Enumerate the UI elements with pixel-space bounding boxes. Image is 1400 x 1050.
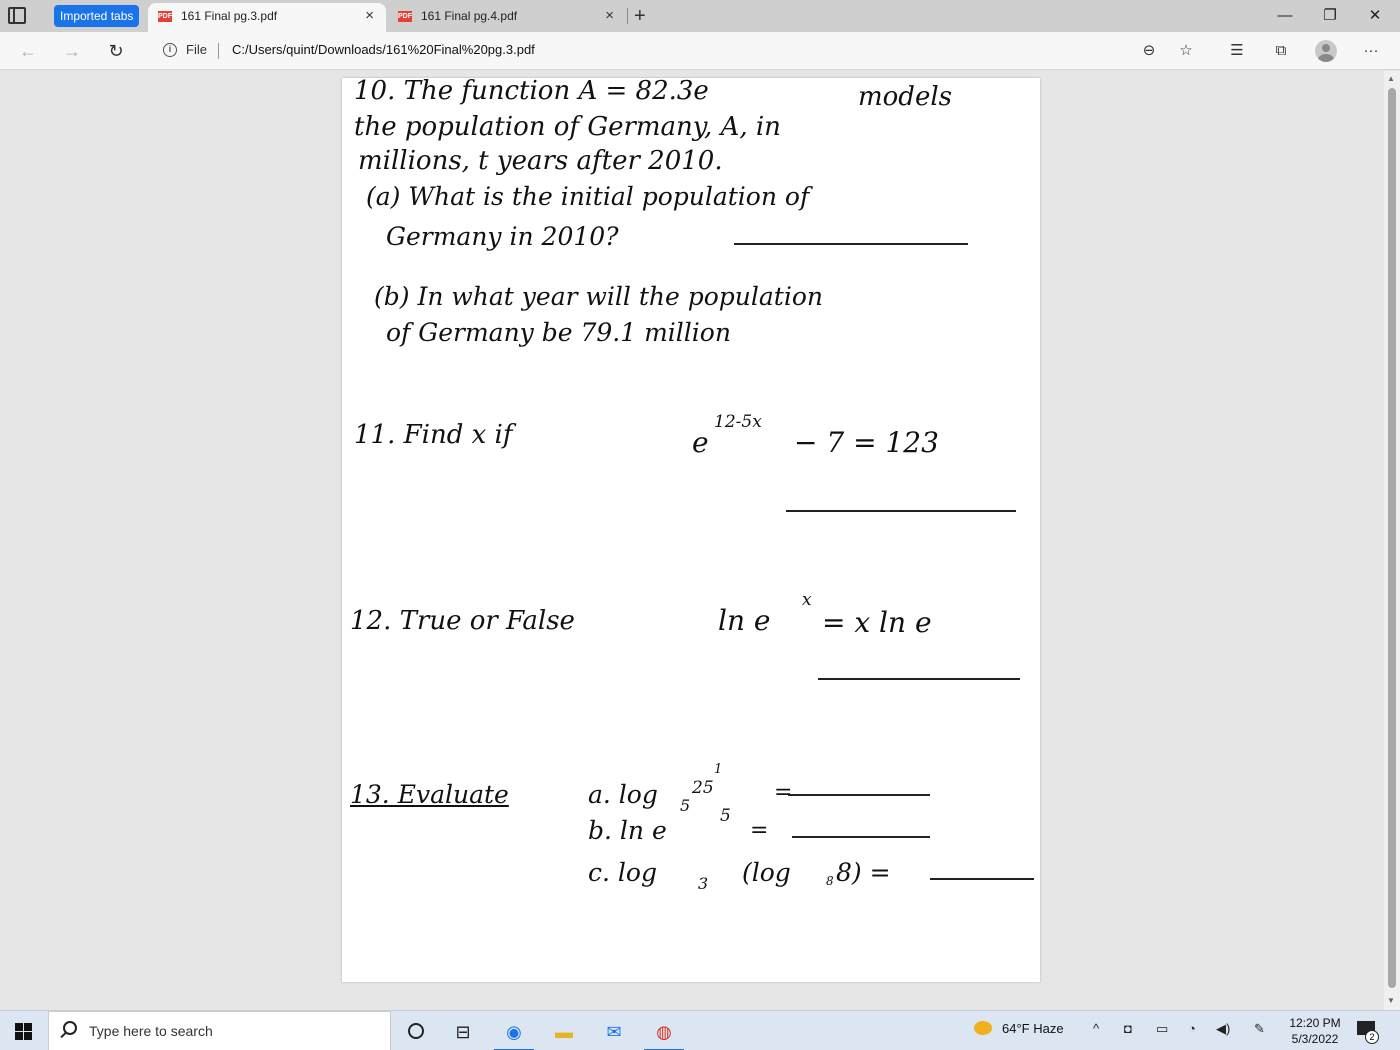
tab-group-imported[interactable]: Imported tabs [54, 5, 140, 27]
answer-line [818, 678, 1020, 680]
q13-c-inner-base: 8 [826, 874, 834, 888]
q12-lhs-exponent: x [802, 590, 812, 610]
notification-count: 2 [1365, 1030, 1379, 1044]
windows-start-icon[interactable] [15, 1023, 32, 1040]
search-placeholder: Type here to search [89, 1023, 213, 1039]
q11-exponent: 12-5x [714, 412, 762, 432]
tab-final-pg3[interactable]: PDF 161 Final pg.3.pdf × [148, 3, 386, 32]
q10-line3: millions, t years after 2010. [358, 146, 723, 176]
q10-line1: 10. The function A = 82.3e [354, 78, 709, 106]
weather-sun-icon [974, 1021, 992, 1035]
q13-c-prefix: c. log [588, 858, 657, 887]
clock-time: 12:20 PM [1289, 1016, 1341, 1030]
vertical-scrollbar[interactable]: ▲ ▼ [1384, 71, 1400, 1010]
meet-now-icon[interactable]: ◘ [1124, 1021, 1132, 1036]
site-label: File [186, 42, 207, 57]
zoom-out-icon[interactable]: ⊖ [1138, 40, 1160, 62]
scroll-up-icon[interactable]: ▲ [1387, 74, 1395, 83]
q13-a-base: 5 [680, 796, 691, 815]
pdf-viewer: 10. The function A = 82.3e models the po… [0, 71, 1400, 1010]
url-field[interactable]: C:/Users/quint/Downloads/161%20Final%20p… [232, 42, 535, 57]
address-separator [218, 43, 219, 59]
q11-prefix: 11. Find x if [354, 420, 513, 450]
q10-line2: the population of Germany, A, in [354, 112, 781, 142]
close-window-button[interactable]: ✕ [1352, 4, 1398, 28]
q11-rest: − 7 = 123 [794, 426, 939, 459]
answer-line [786, 510, 1016, 512]
q13-a-exponent: 1 [714, 762, 723, 777]
q12-lhs: ln e [718, 604, 771, 637]
clock-date: 5/3/2022 [1291, 1032, 1339, 1046]
chrome-icon[interactable]: ◍ [644, 1016, 684, 1050]
notification-icon[interactable]: 2 [1357, 1021, 1379, 1044]
more-icon[interactable]: ··· [1360, 40, 1382, 62]
edge-icon[interactable]: ◉ [494, 1016, 534, 1050]
volume-icon[interactable]: ◀) [1216, 1021, 1230, 1037]
search-icon [63, 1021, 77, 1035]
q13-c-inner-arg: 8) = [836, 858, 891, 887]
tab-close-icon[interactable]: × [365, 3, 374, 29]
add-favorite-icon[interactable]: ☆ [1175, 40, 1197, 62]
pdf-icon: PDF [398, 11, 412, 22]
tab-title: 161 Final pg.3.pdf [181, 9, 278, 23]
q13-a-equals: = [774, 780, 793, 805]
task-view-icon[interactable]: ⊟ [443, 1016, 483, 1050]
info-icon[interactable]: i [163, 43, 177, 57]
answer-line [792, 836, 930, 838]
tab-actions-icon[interactable] [8, 7, 26, 24]
pdf-page[interactable]: 10. The function A = 82.3e models the po… [342, 78, 1040, 982]
battery-icon[interactable]: ▭ [1156, 1021, 1168, 1037]
answer-line [734, 243, 968, 245]
tab-separator [627, 8, 628, 24]
refresh-icon[interactable]: ↻ [102, 38, 130, 64]
q13-b-prefix: b. ln e [588, 816, 667, 845]
pen-icon[interactable]: ✎ [1254, 1021, 1265, 1037]
taskbar-search[interactable]: Type here to search [48, 1011, 391, 1050]
answer-line [788, 794, 930, 796]
q12-prefix: 12. True or False [350, 606, 575, 636]
q13-c-base: 3 [698, 874, 709, 893]
mail-icon[interactable]: ✉ [594, 1016, 634, 1050]
wifi-icon[interactable]: ◔ [1188, 1021, 1196, 1036]
q10-part-a: (a) What is the initial population of [366, 182, 810, 211]
file-explorer-icon[interactable]: ▬ [544, 1016, 584, 1050]
taskbar: Type here to search ⊟ ◉ ▬ ✉ ◍ 64°F Haze … [0, 1010, 1400, 1050]
weather-widget[interactable]: 64°F Haze [974, 1021, 1064, 1036]
favorites-icon[interactable]: ☰ [1226, 40, 1248, 62]
collections-icon[interactable]: ⧉ [1270, 40, 1292, 62]
forward-icon[interactable]: → [58, 38, 86, 64]
q13-c-inner: (log [742, 858, 791, 887]
minimize-button[interactable]: — [1262, 4, 1308, 28]
scroll-down-icon[interactable]: ▼ [1387, 996, 1395, 1005]
weather-text: 64°F Haze [1002, 1021, 1064, 1036]
q10-line1b: models [858, 82, 952, 112]
tab-close-icon[interactable]: × [605, 3, 614, 29]
q12-rhs: = x ln e [822, 606, 932, 639]
pdf-icon: PDF [158, 11, 172, 22]
tab-final-pg4[interactable]: PDF 161 Final pg.4.pdf × [388, 3, 626, 32]
back-icon[interactable]: ← [14, 38, 42, 64]
chevron-up-icon[interactable]: ^ [1093, 1021, 1099, 1036]
q10-part-b: (b) In what year will the population [374, 282, 823, 311]
clock[interactable]: 12:20 PM 5/3/2022 [1280, 1015, 1350, 1047]
answer-line [930, 878, 1034, 880]
scroll-thumb[interactable] [1388, 88, 1396, 988]
q13-a-arg: 25 [692, 778, 714, 798]
q13-b-equals: = [750, 818, 769, 843]
q13-a-prefix: a. log [588, 780, 658, 809]
tab-strip: Imported tabs PDF 161 Final pg.3.pdf × P… [0, 0, 1400, 32]
new-tab-icon[interactable]: + [634, 3, 646, 29]
q10-part-a-2: Germany in 2010? [386, 222, 619, 251]
address-toolbar: ← → ↻ i File C:/Users/quint/Downloads/16… [0, 32, 1400, 70]
cortana-icon[interactable] [408, 1023, 424, 1039]
q13-b-exponent: 5 [720, 806, 731, 826]
profile-icon[interactable] [1315, 40, 1337, 62]
q10-part-b-2: of Germany be 79.1 million [386, 318, 731, 347]
tab-title: 161 Final pg.4.pdf [421, 9, 518, 23]
q13-label: 13. Evaluate [350, 780, 509, 809]
q11-base: e [692, 426, 709, 459]
restore-button[interactable]: ❐ [1307, 4, 1353, 28]
